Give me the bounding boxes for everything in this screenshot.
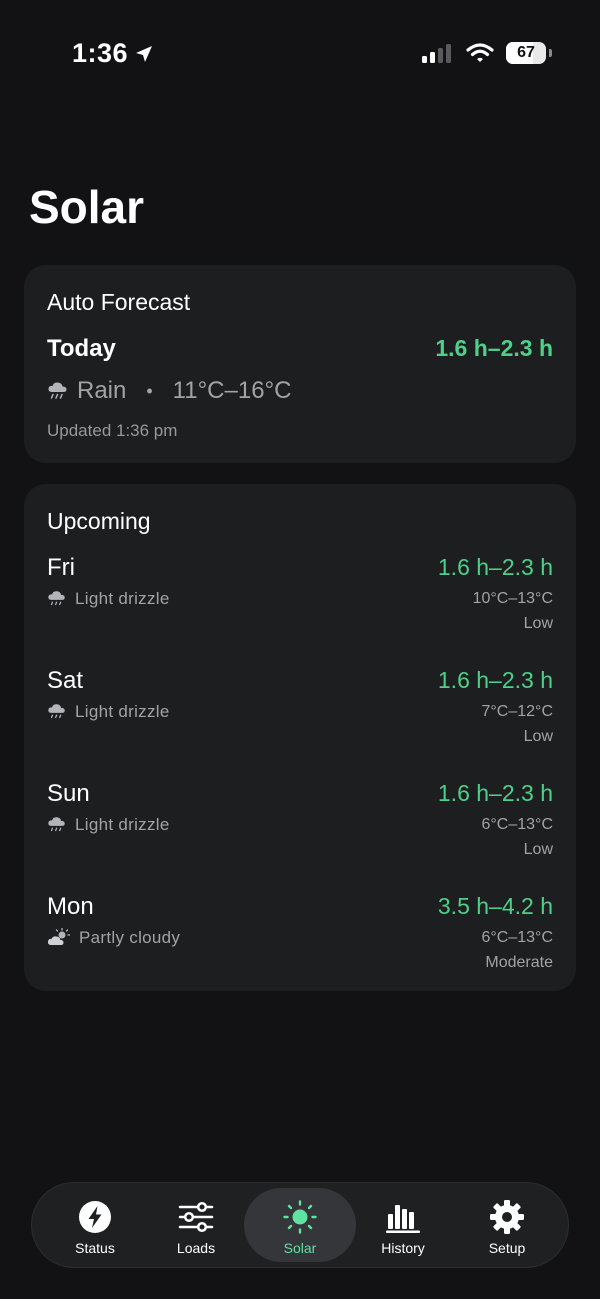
battery-indicator: 67 xyxy=(506,42,546,64)
day-temp-range: 10°C–13°C xyxy=(472,590,553,607)
today-label: Today xyxy=(47,335,116,362)
drizzle-cloud-icon xyxy=(47,589,67,609)
bolt-icon xyxy=(78,1200,112,1234)
status-time-text: 1:36 xyxy=(72,38,129,68)
battery-nub xyxy=(549,49,552,57)
tab-label: Loads xyxy=(176,1240,216,1256)
sun-icon xyxy=(282,1200,318,1234)
tab-setup[interactable]: Setup xyxy=(451,1188,563,1262)
day-condition: Light drizzle xyxy=(47,815,170,835)
sliders-icon xyxy=(178,1200,214,1234)
day-name: Sat xyxy=(47,667,84,694)
day-name: Fri xyxy=(47,554,75,581)
day-condition-text: Light drizzle xyxy=(75,702,170,721)
upcoming-title: Upcoming xyxy=(47,508,151,534)
today-temp-range: 11°C–16°C xyxy=(172,377,292,404)
location-arrow-icon xyxy=(134,44,154,64)
day-condition-text: Light drizzle xyxy=(75,589,170,608)
day-condition: Light drizzle xyxy=(47,589,170,609)
status-indicators: 67 xyxy=(422,42,552,64)
day-solar-level: Moderate xyxy=(485,954,553,971)
today-condition: Rain • 11°C–16°C xyxy=(47,377,292,405)
today-condition-text: Rain xyxy=(77,377,127,404)
day-temp-range: 6°C–13°C xyxy=(481,929,554,946)
tab-label: Solar xyxy=(283,1240,317,1256)
tab-solar[interactable]: Solar xyxy=(244,1188,356,1262)
drizzle-cloud-icon xyxy=(47,815,67,835)
upcoming-card: Upcoming Fri Light drizzle 1.6 h–2.3 h 1… xyxy=(24,484,576,991)
separator-dot: • xyxy=(146,380,153,401)
page-title: Solar xyxy=(29,181,145,233)
day-solar-level: Low xyxy=(523,615,553,632)
tab-bar: Status Loads Solar History Setup xyxy=(31,1182,569,1268)
day-condition: Light drizzle xyxy=(47,702,170,722)
auto-forecast-card: Auto Forecast Today 1.6 h–2.3 h Rain • 1… xyxy=(24,265,576,463)
drizzle-cloud-icon xyxy=(47,702,67,722)
today-sun-hours: 1.6 h–2.3 h xyxy=(435,335,553,361)
tab-status[interactable]: Status xyxy=(39,1188,151,1262)
forecast-day-row: Sat Light drizzle 1.6 h–2.3 h 7°C–12°C L… xyxy=(24,667,576,767)
tab-label: Setup xyxy=(488,1240,526,1256)
day-sun-hours: 1.6 h–2.3 h xyxy=(437,667,553,693)
cellular-signal-icon xyxy=(422,43,454,63)
status-bar: 1:36 67 xyxy=(0,0,600,110)
day-solar-level: Low xyxy=(523,728,553,745)
day-name: Sun xyxy=(47,780,90,807)
tab-label: Status xyxy=(75,1240,115,1256)
auto-forecast-title: Auto Forecast xyxy=(47,289,191,315)
forecast-day-row: Fri Light drizzle 1.6 h–2.3 h 10°C–13°C … xyxy=(24,554,576,654)
day-sun-hours: 1.6 h–2.3 h xyxy=(437,780,553,806)
rain-cloud-icon xyxy=(47,380,69,402)
forecast-day-row: Sun Light drizzle 1.6 h–2.3 h 6°C–13°C L… xyxy=(24,780,576,880)
battery-text: 67 xyxy=(517,44,535,61)
forecast-day-row: Mon Partly cloudy 3.5 h–4.2 h 6°C–13°C M… xyxy=(24,893,576,993)
gear-icon xyxy=(489,1200,525,1234)
day-solar-level: Low xyxy=(523,841,553,858)
status-time: 1:36 xyxy=(72,38,154,69)
day-name: Mon xyxy=(47,893,94,920)
partly-cloudy-icon xyxy=(47,928,71,948)
tab-label: History xyxy=(381,1240,425,1256)
wifi-icon xyxy=(466,43,494,63)
day-condition-text: Light drizzle xyxy=(75,815,170,834)
updated-timestamp: Updated 1:36 pm xyxy=(47,421,178,440)
day-sun-hours: 3.5 h–4.2 h xyxy=(437,893,553,919)
day-sun-hours: 1.6 h–2.3 h xyxy=(437,554,553,580)
day-condition-text: Partly cloudy xyxy=(79,928,181,947)
tab-loads[interactable]: Loads xyxy=(140,1188,252,1262)
bar-chart-icon xyxy=(385,1200,421,1234)
day-temp-range: 6°C–13°C xyxy=(481,816,554,833)
day-temp-range: 7°C–12°C xyxy=(481,703,554,720)
tab-history[interactable]: History xyxy=(347,1188,459,1262)
day-condition: Partly cloudy xyxy=(47,928,180,948)
